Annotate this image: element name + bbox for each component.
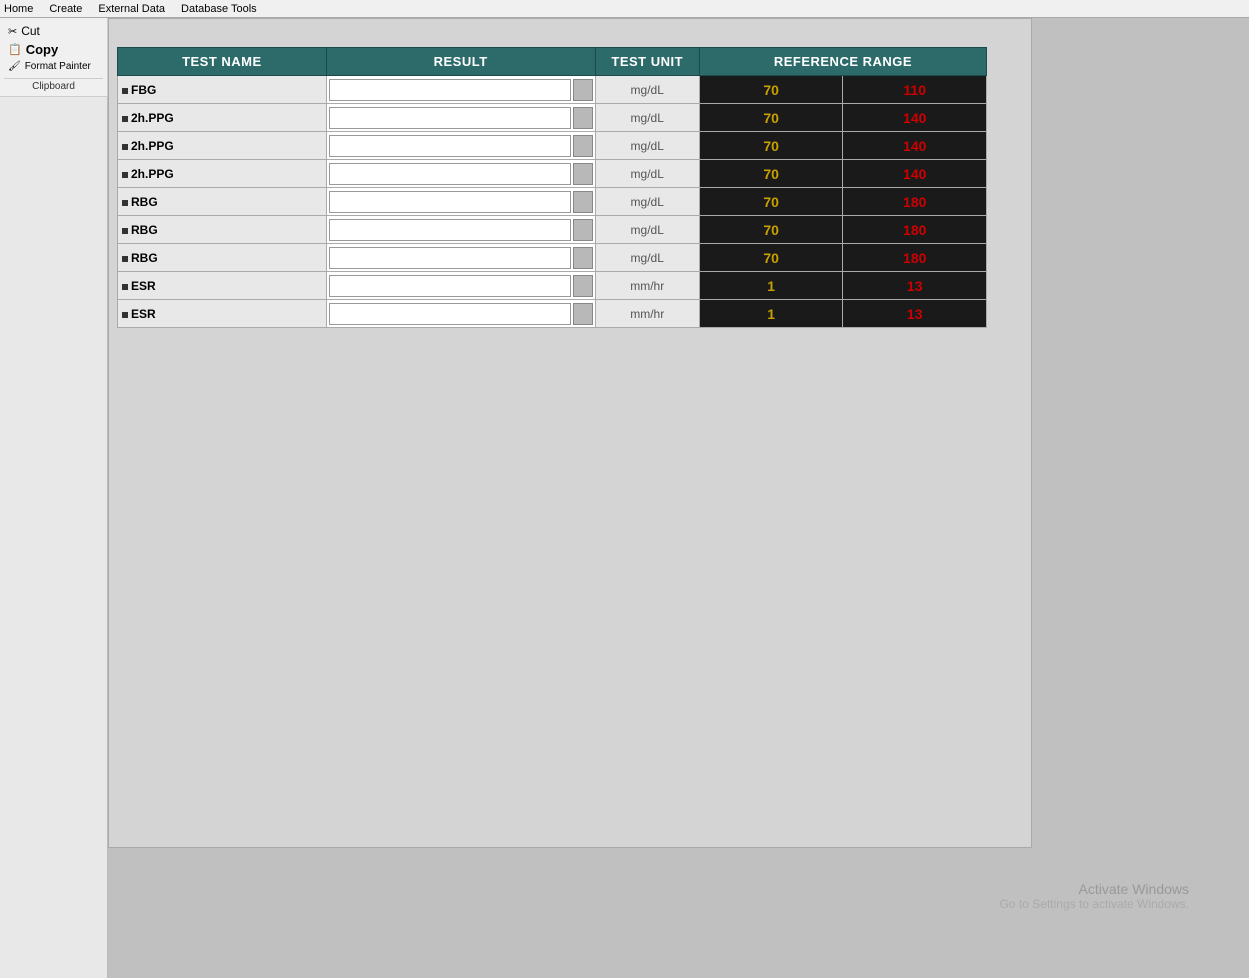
table-row: 2h.PPG mg/dL70140 bbox=[118, 160, 987, 188]
cell-ref-low: 70 bbox=[699, 188, 843, 216]
copy-icon: 📋 bbox=[8, 43, 22, 56]
cell-result[interactable] bbox=[326, 188, 595, 216]
cell-result[interactable] bbox=[326, 272, 595, 300]
format-label: Format Painter bbox=[25, 61, 91, 72]
cell-ref-high: 140 bbox=[843, 132, 987, 160]
table-row: ESR mm/hr113 bbox=[118, 272, 987, 300]
cell-test-name: RBG bbox=[118, 188, 327, 216]
cell-test-name: RBG bbox=[118, 244, 327, 272]
cell-ref-high: 140 bbox=[843, 104, 987, 132]
table-row: RBG mg/dL70180 bbox=[118, 244, 987, 272]
cell-ref-low: 70 bbox=[699, 244, 843, 272]
cell-unit: mg/dL bbox=[595, 216, 699, 244]
result-dropdown-btn[interactable] bbox=[573, 247, 593, 269]
cell-unit: mg/dL bbox=[595, 160, 699, 188]
cell-result[interactable] bbox=[326, 216, 595, 244]
result-input[interactable] bbox=[329, 191, 571, 213]
cell-test-name: 2h.PPG bbox=[118, 160, 327, 188]
cell-ref-low: 70 bbox=[699, 132, 843, 160]
cell-ref-low: 1 bbox=[699, 272, 843, 300]
cell-ref-high: 180 bbox=[843, 244, 987, 272]
cell-unit: mm/hr bbox=[595, 300, 699, 328]
cell-unit: mg/dL bbox=[595, 188, 699, 216]
data-table: TEST NAME RESULT TEST UNIT REFERENCE RAN… bbox=[117, 47, 987, 328]
result-input[interactable] bbox=[329, 163, 571, 185]
cell-test-name: 2h.PPG bbox=[118, 132, 327, 160]
table-row: RBG mg/dL70180 bbox=[118, 216, 987, 244]
result-dropdown-btn[interactable] bbox=[573, 219, 593, 241]
cut-label: Cut bbox=[21, 24, 40, 38]
cell-unit: mg/dL bbox=[595, 244, 699, 272]
cell-ref-low: 70 bbox=[699, 160, 843, 188]
cell-test-name: 2h.PPG bbox=[118, 104, 327, 132]
table-row: FBG mg/dL70110 bbox=[118, 76, 987, 104]
result-dropdown-btn[interactable] bbox=[573, 135, 593, 157]
cell-unit: mg/dL bbox=[595, 104, 699, 132]
result-dropdown-btn[interactable] bbox=[573, 275, 593, 297]
cell-test-name: ESR bbox=[118, 272, 327, 300]
cell-unit: mg/dL bbox=[595, 76, 699, 104]
cell-ref-high: 13 bbox=[843, 300, 987, 328]
result-input[interactable] bbox=[329, 219, 571, 241]
cell-ref-high: 140 bbox=[843, 160, 987, 188]
cell-result[interactable] bbox=[326, 104, 595, 132]
cell-ref-low: 70 bbox=[699, 76, 843, 104]
result-input[interactable] bbox=[329, 247, 571, 269]
result-input[interactable] bbox=[329, 303, 571, 325]
cell-ref-high: 13 bbox=[843, 272, 987, 300]
header-reference-range: REFERENCE RANGE bbox=[699, 48, 986, 76]
result-input[interactable] bbox=[329, 107, 571, 129]
sidebar: Objects order_tbl collect_sub_frm bbox=[0, 18, 108, 978]
cell-result[interactable] bbox=[326, 160, 595, 188]
cell-ref-low: 1 bbox=[699, 300, 843, 328]
cell-ref-high: 110 bbox=[843, 76, 987, 104]
copy-label: Copy bbox=[26, 42, 59, 57]
result-input[interactable] bbox=[329, 79, 571, 101]
menu-database-tools[interactable]: Database Tools bbox=[181, 3, 257, 15]
cell-test-name: FBG bbox=[118, 76, 327, 104]
menu-external-data[interactable]: External Data bbox=[98, 3, 165, 15]
result-dropdown-btn[interactable] bbox=[573, 163, 593, 185]
cell-ref-low: 70 bbox=[699, 104, 843, 132]
activate-windows-line1: Activate Windows bbox=[1000, 881, 1189, 897]
menu-home[interactable]: Home bbox=[4, 3, 33, 15]
menu-create[interactable]: Create bbox=[49, 3, 82, 15]
cell-test-name: ESR bbox=[118, 300, 327, 328]
cell-test-name: RBG bbox=[118, 216, 327, 244]
cut-icon: ✂ bbox=[8, 25, 17, 38]
table-container: TEST NAME RESULT TEST UNIT REFERENCE RAN… bbox=[117, 47, 987, 328]
header-result: RESULT bbox=[326, 48, 595, 76]
copy-button[interactable]: 📋 Copy bbox=[4, 40, 103, 59]
cut-button[interactable]: ✂ Cut bbox=[4, 22, 103, 40]
cell-ref-low: 70 bbox=[699, 216, 843, 244]
cell-result[interactable] bbox=[326, 76, 595, 104]
cell-ref-high: 180 bbox=[843, 216, 987, 244]
cell-unit: mg/dL bbox=[595, 132, 699, 160]
result-input[interactable] bbox=[329, 135, 571, 157]
table-row: RBG mg/dL70180 bbox=[118, 188, 987, 216]
main-content: TEST NAME RESULT TEST UNIT REFERENCE RAN… bbox=[108, 18, 1032, 848]
result-dropdown-btn[interactable] bbox=[573, 191, 593, 213]
cell-result[interactable] bbox=[326, 132, 595, 160]
table-row: ESR mm/hr113 bbox=[118, 300, 987, 328]
format-painter-button[interactable]: 🖌 Format Painter bbox=[4, 59, 103, 74]
result-input[interactable] bbox=[329, 275, 571, 297]
result-dropdown-btn[interactable] bbox=[573, 79, 593, 101]
menu-bar: Home Create External Data Database Tools bbox=[0, 0, 1249, 18]
header-test-unit: TEST UNIT bbox=[595, 48, 699, 76]
cell-unit: mm/hr bbox=[595, 272, 699, 300]
format-icon: 🖌 bbox=[8, 61, 21, 72]
cell-result[interactable] bbox=[326, 244, 595, 272]
table-row: 2h.PPG mg/dL70140 bbox=[118, 104, 987, 132]
result-dropdown-btn[interactable] bbox=[573, 107, 593, 129]
activate-windows-line2: Go to Settings to activate Windows. bbox=[1000, 897, 1189, 911]
cell-ref-high: 180 bbox=[843, 188, 987, 216]
cell-result[interactable] bbox=[326, 300, 595, 328]
table-row: 2h.PPG mg/dL70140 bbox=[118, 132, 987, 160]
activate-windows-text: Activate Windows Go to Settings to activ… bbox=[1000, 881, 1189, 911]
result-dropdown-btn[interactable] bbox=[573, 303, 593, 325]
header-test-name: TEST NAME bbox=[118, 48, 327, 76]
clipboard-label: Clipboard bbox=[4, 78, 103, 92]
